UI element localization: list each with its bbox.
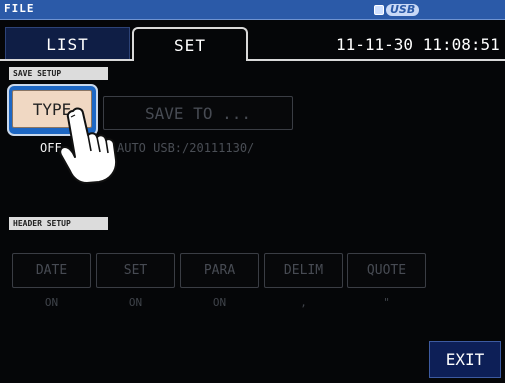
usb-status: USB (374, 3, 420, 16)
header-set-button[interactable]: SET (96, 253, 175, 288)
pointing-hand-icon (59, 107, 118, 184)
header-date-button[interactable]: DATE (12, 253, 91, 288)
header-delim-button[interactable]: DELIM (264, 253, 343, 288)
exit-button[interactable]: EXIT (429, 341, 501, 378)
save-setup-heading: SAVE SETUP (9, 67, 108, 80)
window-title: FILE (4, 2, 35, 15)
tab-list[interactable]: LIST (5, 27, 130, 60)
title-bar: FILE USB (0, 0, 505, 20)
header-para-button[interactable]: PARA (180, 253, 259, 288)
tab-underline (0, 59, 505, 61)
usb-drive-icon (374, 4, 384, 15)
save-to-value: AUTO USB:/20111130/ (117, 141, 255, 155)
header-para-value: ON (212, 296, 227, 309)
save-to-button[interactable]: SAVE TO ... (103, 96, 293, 130)
tab-set[interactable]: SET (132, 27, 248, 61)
datetime: 11-11-30 11:08:51 (336, 35, 500, 54)
header-set-value: ON (128, 296, 143, 309)
usb-label: USB (386, 3, 420, 16)
header-quote-value: " (383, 296, 390, 309)
file-screen: FILE USB LIST SET 11-11-30 11:08:51 SAVE… (0, 0, 505, 383)
header-delim-value: , (300, 296, 307, 309)
header-date-value: ON (44, 296, 59, 309)
header-setup-heading: HEADER SETUP (9, 217, 108, 230)
header-quote-button[interactable]: QUOTE (347, 253, 426, 288)
